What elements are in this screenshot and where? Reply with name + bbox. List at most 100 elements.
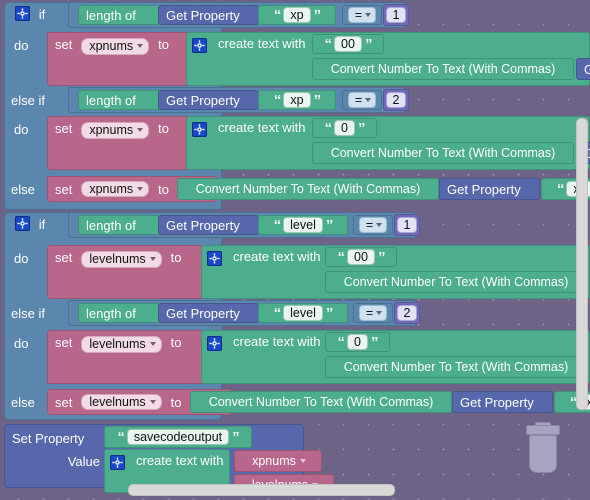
get-property-block-xp-1b[interactable]: Get Property — [576, 58, 590, 80]
text-block-savecodeoutput[interactable]: “ savecodeoutput ” — [104, 426, 252, 448]
string-value[interactable]: level — [283, 216, 323, 234]
open-quote: “ — [556, 180, 564, 198]
text-block-xp-1[interactable]: “ xp ” — [258, 5, 336, 25]
string-value[interactable]: 00 — [347, 248, 375, 266]
else-if-label-1: else if — [11, 92, 45, 108]
string-value[interactable]: 00 — [334, 35, 362, 53]
to-label: to — [158, 181, 169, 197]
gear-icon[interactable] — [207, 336, 222, 351]
convert-number-block-xp-2[interactable]: Convert Number To Text (With Commas) — [312, 142, 574, 164]
number-block-level-1[interactable]: 1 — [394, 214, 420, 236]
number-value[interactable]: 1 — [396, 216, 418, 234]
operator-label: = — [354, 7, 363, 22]
number-value[interactable]: 2 — [396, 304, 418, 322]
text-block-level-1[interactable]: “ level ” — [258, 215, 348, 235]
number-value[interactable]: 2 — [385, 91, 407, 109]
to-label: to — [158, 37, 169, 52]
equals-operator-level-1[interactable]: = — [353, 215, 393, 235]
chevron-down-icon — [365, 98, 372, 102]
gear-icon[interactable] — [110, 455, 125, 470]
gear-icon[interactable] — [192, 122, 207, 137]
open-quote: “ — [273, 216, 281, 234]
convert-number-block-xp-1[interactable]: Convert Number To Text (With Commas) — [312, 58, 574, 80]
string-value[interactable]: xp — [283, 91, 311, 109]
length-of-block-xp-2[interactable]: length of — [78, 90, 166, 110]
length-of-block-level-2[interactable]: length of — [78, 303, 166, 323]
variable-dropdown[interactable]: xpnums — [81, 122, 150, 139]
trash-lid — [526, 425, 560, 435]
equals-operator-xp-1[interactable]: = — [342, 5, 382, 25]
operator-dropdown[interactable]: = — [347, 91, 377, 109]
close-quote: ” — [313, 91, 321, 109]
get-property-label: Get Property — [166, 305, 240, 321]
get-property-block-xp-1[interactable]: Get Property — [158, 5, 259, 25]
string-value[interactable]: 0 — [334, 119, 355, 137]
number-block-xp-1[interactable]: 1 — [383, 4, 409, 26]
operator-dropdown[interactable]: = — [358, 304, 388, 322]
blockly-workspace[interactable]: if length of Get Property “ xp ” = 1 do … — [0, 0, 590, 500]
set-label: set — [55, 335, 73, 350]
gear-icon[interactable] — [192, 38, 207, 53]
number-value[interactable]: 1 — [385, 6, 407, 24]
get-property-label: Get Property — [447, 181, 521, 197]
get-property-block-xp-2[interactable]: Get Property — [158, 90, 259, 110]
variable-dropdown[interactable]: xpnums — [81, 180, 150, 198]
string-value[interactable]: xp — [283, 6, 311, 24]
get-property-block-level-3[interactable]: Get Property — [452, 391, 553, 413]
convert-number-block-level-2[interactable]: Convert Number To Text (With Commas) — [325, 356, 587, 378]
convert-number-block-level-1[interactable]: Convert Number To Text (With Commas) — [325, 271, 587, 293]
horizontal-scrollbar[interactable] — [128, 484, 395, 496]
gear-icon[interactable] — [207, 251, 222, 266]
operator-dropdown[interactable]: = — [358, 216, 388, 234]
equals-operator-xp-2[interactable]: = — [342, 90, 382, 110]
gear-icon[interactable] — [15, 6, 30, 21]
create-text-label: create text with — [218, 36, 306, 51]
variable-name: levelnums — [89, 394, 146, 409]
get-property-block-level-1[interactable]: Get Property — [158, 215, 259, 235]
chevron-down-icon — [149, 400, 156, 404]
get-property-block-xp-3[interactable]: Get Property — [439, 178, 540, 200]
vertical-scrollbar[interactable] — [576, 118, 588, 410]
length-of-block-xp-1[interactable]: length of — [78, 5, 166, 25]
text-block-pad-xp-1[interactable]: “ 00 ” — [312, 34, 384, 54]
variable-dropdown[interactable]: levelnums — [81, 251, 162, 268]
convert-number-block-xp-3[interactable]: Convert Number To Text (With Commas) — [177, 178, 439, 200]
trash-can-icon[interactable] — [524, 422, 560, 473]
gear-icon[interactable] — [15, 216, 30, 231]
text-block-pad-xp-2[interactable]: “ 0 ” — [312, 118, 377, 138]
length-of-label: length of — [86, 305, 136, 321]
operator-label: = — [365, 217, 374, 232]
equals-operator-level-2[interactable]: = — [353, 303, 393, 323]
length-of-block-level-1[interactable]: length of — [78, 215, 166, 235]
number-block-xp-2[interactable]: 2 — [383, 89, 409, 111]
chevron-down-icon — [376, 223, 383, 227]
variable-dropdown[interactable]: levelnums — [81, 336, 162, 353]
text-block-pad-level-1[interactable]: “ 00 ” — [325, 247, 397, 267]
set-label: set — [55, 121, 73, 136]
set-label: set — [55, 250, 73, 265]
string-value[interactable]: savecodeoutput — [126, 428, 230, 446]
text-block-level-2[interactable]: “ level ” — [258, 303, 348, 323]
open-quote: “ — [117, 428, 124, 446]
variable-dropdown[interactable]: xpnums — [81, 38, 150, 55]
number-block-level-2[interactable]: 2 — [394, 302, 420, 324]
variable-block-xpnums-output[interactable]: xpnums — [234, 450, 322, 472]
create-text-label: create text with — [233, 334, 321, 349]
text-block-xp-2[interactable]: “ xp ” — [258, 90, 336, 110]
variable-dropdown[interactable]: levelnums — [81, 393, 162, 411]
variable-dropdown[interactable]: xpnums — [245, 454, 311, 469]
string-value[interactable]: level — [283, 304, 323, 322]
do-label-1: do — [14, 37, 29, 53]
close-quote: ” — [377, 248, 385, 266]
variable-name: xpnums — [252, 453, 296, 468]
operator-dropdown[interactable]: = — [347, 6, 377, 24]
text-block-pad-level-2[interactable]: “ 0 ” — [325, 332, 390, 352]
convert-number-label: Convert Number To Text (With Commas) — [343, 274, 569, 289]
close-quote: ” — [325, 216, 333, 234]
get-property-label: Get Property — [460, 394, 534, 410]
convert-number-block-level-3[interactable]: Convert Number To Text (With Commas) — [190, 391, 452, 413]
variable-name: xpnums — [89, 39, 134, 53]
chevron-down-icon — [376, 311, 383, 315]
get-property-block-level-2[interactable]: Get Property — [158, 303, 259, 323]
string-value[interactable]: 0 — [347, 333, 368, 351]
